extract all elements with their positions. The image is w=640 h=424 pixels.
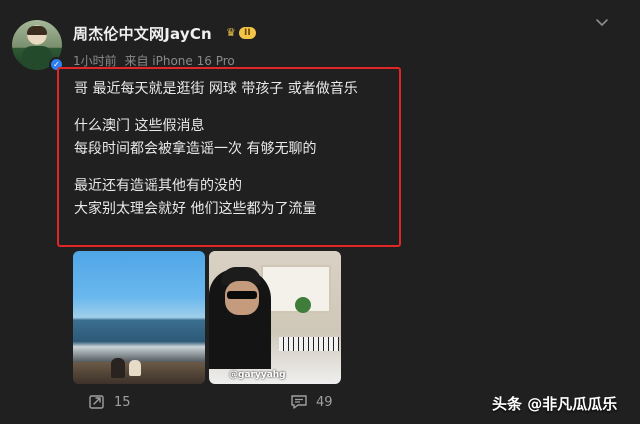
post-line: 最近还有造谣其他有的没的 xyxy=(74,178,242,194)
vip-badge[interactable]: ♛ II xyxy=(226,26,256,40)
image-caption: @garyyahg xyxy=(229,370,286,380)
watermark: 头条 @非凡瓜瓜乐 xyxy=(492,395,618,413)
post-line: 哥 最近每天就是逛街 网球 带孩子 或者做音乐 xyxy=(74,81,358,97)
post-time: 1小时前 xyxy=(73,54,117,68)
weibo-post: ✓ 周杰伦中文网JayCn ♛ II 1小时前 来自 iPhone 16 Pro… xyxy=(0,0,640,424)
crown-icon: ♛ xyxy=(226,26,236,39)
person-figure xyxy=(111,358,125,378)
post-line: 大家别太理会就好 他们这些都为了流量 xyxy=(74,201,317,217)
sunglasses xyxy=(227,291,257,299)
avatar-hat xyxy=(27,26,47,35)
piano-keys xyxy=(279,337,339,351)
avatar-body xyxy=(22,46,52,70)
repost-count: 15 xyxy=(114,394,131,410)
post-source: 来自 iPhone 16 Pro xyxy=(124,54,235,68)
comment-icon xyxy=(291,395,307,409)
repost-button[interactable]: 15 xyxy=(88,393,131,411)
post-image-beach[interactable] xyxy=(73,251,205,384)
author-name[interactable]: 周杰伦中文网JayCn xyxy=(73,23,212,44)
post-line: 什么澳门 这些假消息 xyxy=(74,118,205,134)
comment-count: 49 xyxy=(316,394,333,410)
post-image-studio[interactable]: @garyyahg xyxy=(209,251,341,384)
plant xyxy=(295,297,311,313)
chevron-down-icon[interactable] xyxy=(594,14,610,30)
post-line: 每段时间都会被拿造谣一次 有够无聊的 xyxy=(74,141,317,157)
post-text: 哥 最近每天就是逛街 网球 带孩子 或者做音乐 什么澳门 这些假消息 每段时间都… xyxy=(74,78,358,221)
vip-level: II xyxy=(239,27,256,39)
repost-icon xyxy=(89,395,104,409)
comment-button[interactable]: 49 xyxy=(290,393,333,411)
person-figure xyxy=(129,360,141,376)
